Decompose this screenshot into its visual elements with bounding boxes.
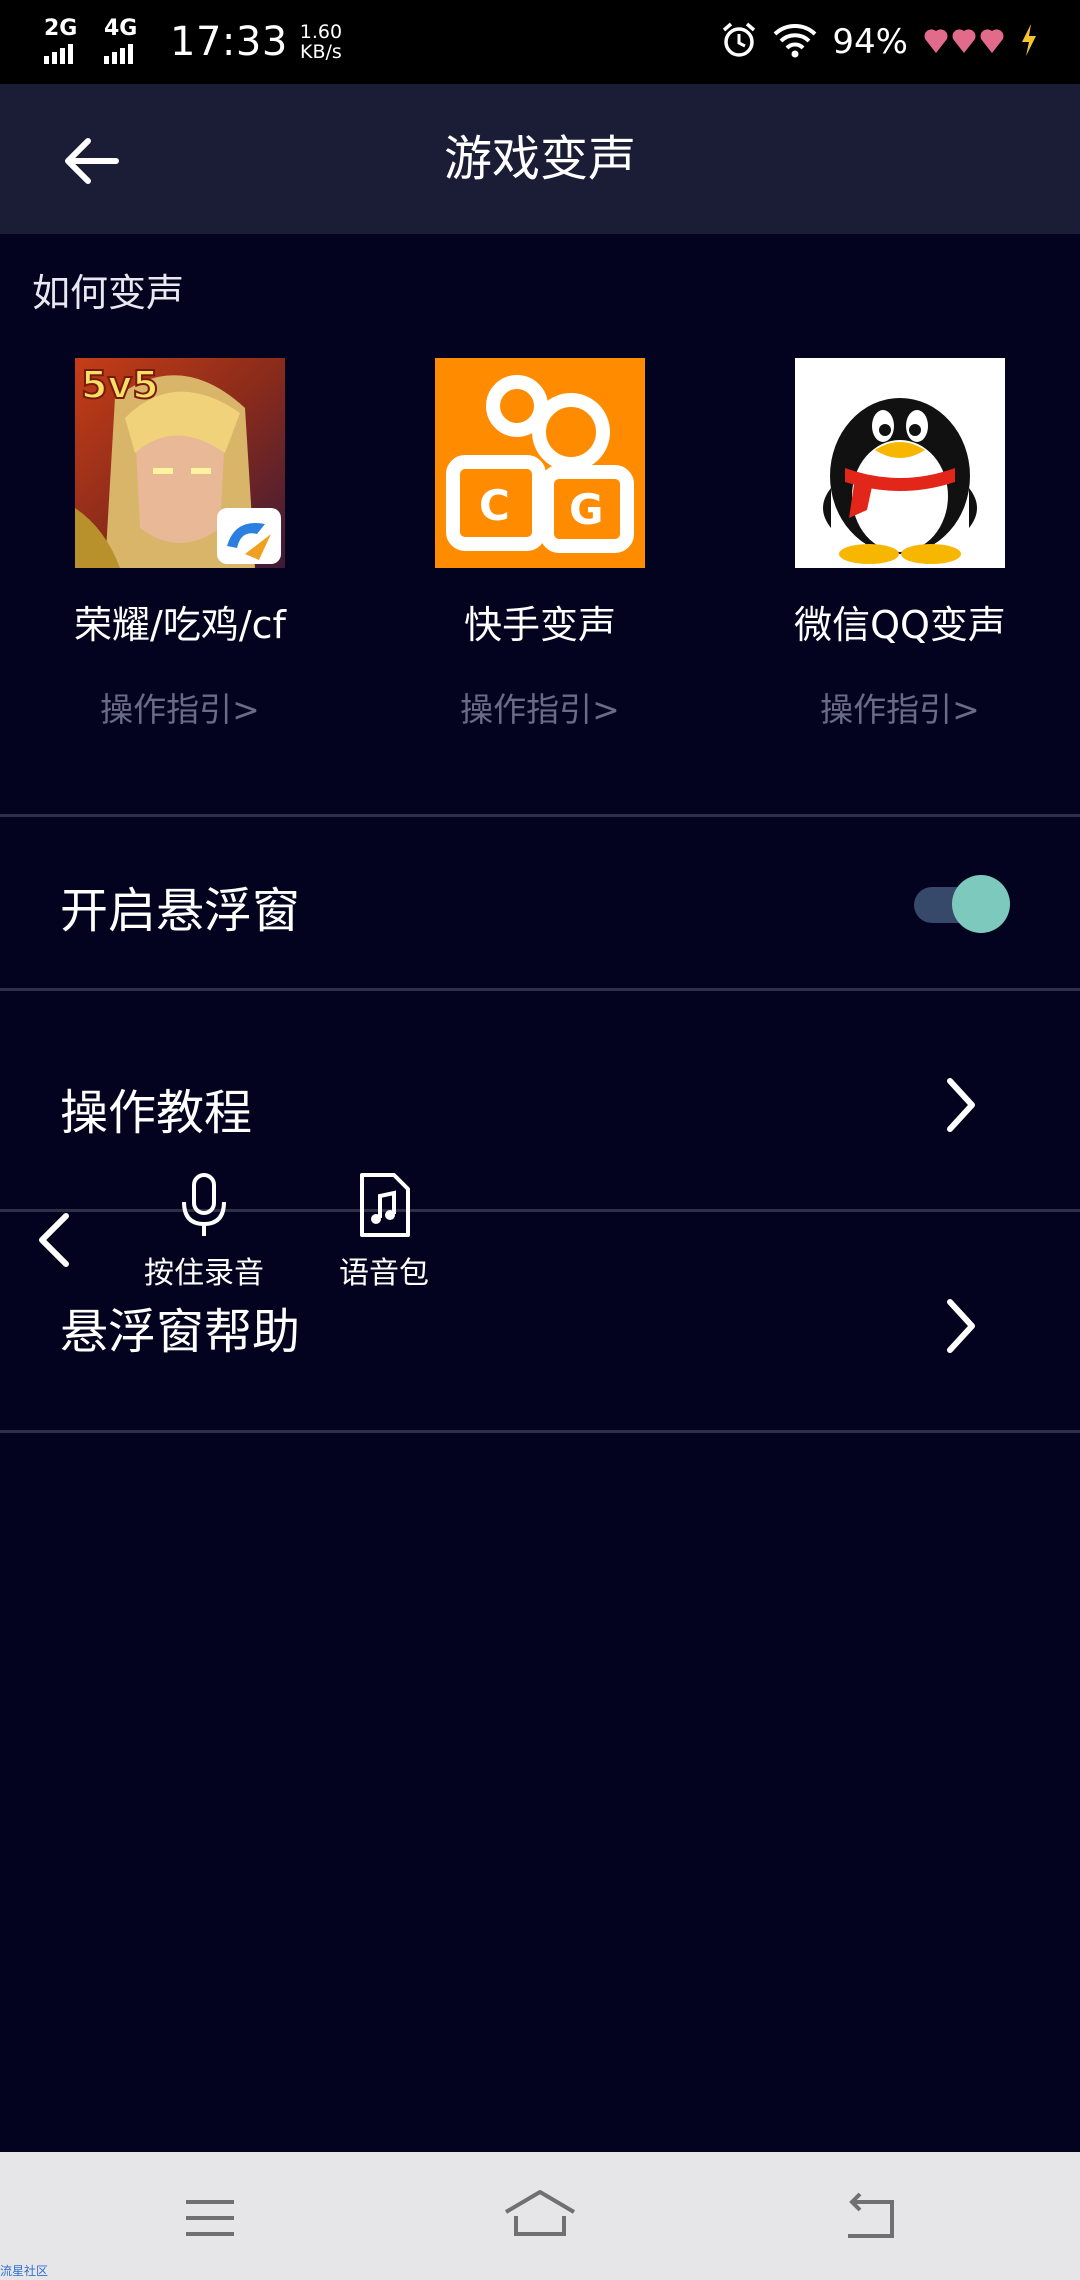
home-icon — [504, 2190, 576, 2236]
guide-link[interactable]: 操作指引> — [750, 683, 1050, 731]
chevron-left-icon — [39, 1213, 69, 1267]
toggle-knob — [952, 875, 1010, 933]
kuaishou-icon: C G — [435, 358, 645, 568]
section-how-to: 如何变声 — [32, 271, 185, 315]
svg-text:C: C — [479, 481, 510, 530]
tutorial-label: 操作教程 — [60, 1085, 253, 1141]
speed-unit: KB/s — [300, 41, 342, 63]
qq-penguin-icon — [795, 358, 1005, 568]
signal-2g-icon: 2G — [44, 14, 86, 70]
float-help-label: 悬浮窗帮助 — [60, 1304, 301, 1360]
app-name: 快手变声 — [463, 603, 616, 647]
guide-link[interactable]: 操作指引> — [390, 683, 690, 731]
watermark: 流星社区 — [0, 2264, 49, 2278]
page-title: 游戏变声 — [443, 131, 636, 187]
menu-button[interactable] — [170, 2182, 250, 2252]
home-button[interactable] — [500, 2182, 580, 2252]
system-nav-bar: 流星社区 — [0, 2152, 1080, 2280]
svg-text:5v5: 5v5 — [81, 363, 159, 407]
network-type-2: 4G — [104, 16, 138, 41]
clock: 17:33 — [170, 19, 288, 65]
music-file-icon — [360, 1173, 410, 1237]
signal-4g-icon: 4G — [104, 14, 146, 70]
network-type-1: 2G — [44, 16, 78, 41]
app-header: 游戏变声 — [0, 84, 1080, 234]
app-item-kuaishou[interactable]: C G 快手变声 操作指引> — [390, 358, 690, 731]
back-arrow-icon — [65, 138, 119, 184]
chevron-right-icon — [947, 1078, 975, 1132]
app-item-games[interactable]: 5v5 荣耀/吃鸡/cf 操作指引> — [30, 358, 330, 731]
app-item-wechat-qq[interactable]: 微信QQ变声 操作指引> — [750, 358, 1050, 731]
voice-pack-button[interactable]: 语音包 — [314, 1172, 454, 1292]
record-label: 按住录音 — [144, 1256, 264, 1291]
hold-to-record-button[interactable]: 按住录音 — [134, 1172, 274, 1292]
app-name: 微信QQ变声 — [794, 603, 1006, 647]
collapse-button[interactable] — [30, 1210, 80, 1270]
float-window-toggle[interactable] — [912, 874, 1012, 934]
status-bar: 2G 4G 17:33 1.60 KB/s 94% — [0, 0, 1080, 84]
charging-icon — [1020, 23, 1038, 61]
battery-percent: 94% — [832, 22, 908, 62]
back-nav-button[interactable] — [830, 2182, 910, 2252]
alarm-icon — [720, 21, 758, 63]
menu-icon — [186, 2200, 234, 2236]
chevron-right-icon — [947, 1299, 975, 1353]
guide-link[interactable]: 操作指引> — [30, 683, 330, 731]
float-window-label: 开启悬浮窗 — [60, 883, 301, 939]
app-grid: 5v5 荣耀/吃鸡/cf 操作指引> C G 快手变声 操作指引> 微信QQ变声… — [0, 358, 1080, 738]
floating-toolbar: 按住录音 语音包 — [0, 1160, 470, 1300]
microphone-icon — [182, 1173, 226, 1236]
divider — [0, 1430, 1080, 1433]
voice-pack-label: 语音包 — [339, 1256, 429, 1291]
return-icon — [848, 2192, 894, 2238]
honor-of-kings-icon: 5v5 — [75, 358, 285, 568]
speed-value: 1.60 — [299, 21, 343, 43]
back-button[interactable] — [58, 126, 128, 196]
app-name: 荣耀/吃鸡/cf — [74, 603, 286, 647]
wifi-icon — [772, 21, 818, 63]
network-speed: 1.60 KB/s — [300, 22, 342, 62]
svg-text:G: G — [569, 485, 603, 534]
heart-icon — [922, 23, 1006, 61]
